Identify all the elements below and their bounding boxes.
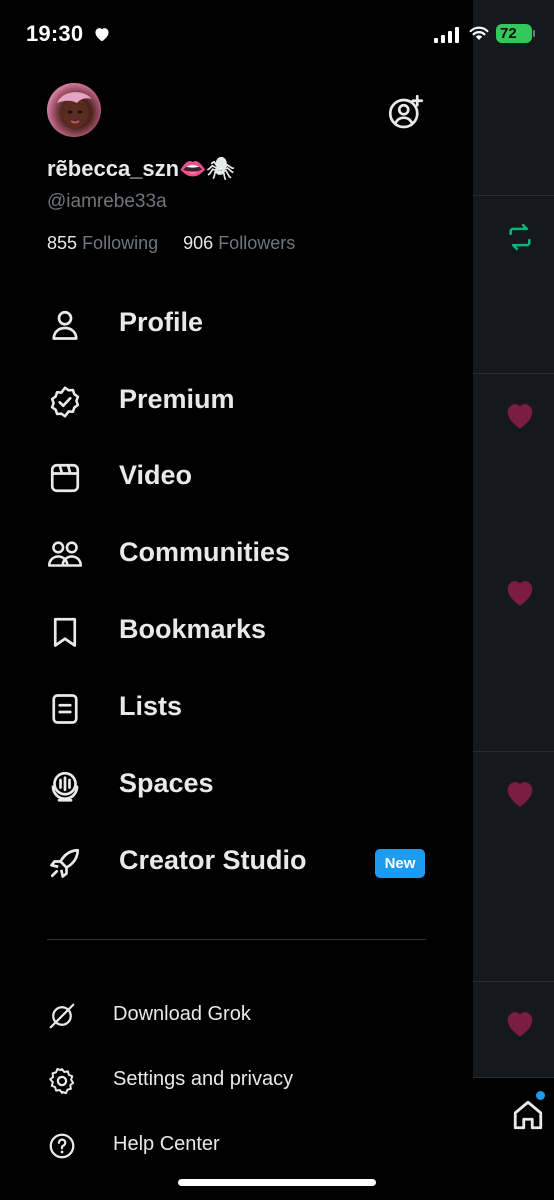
feed-divider bbox=[473, 195, 554, 196]
followers-count: 906 bbox=[183, 233, 214, 253]
menu-label: Download Grok bbox=[113, 1003, 251, 1025]
verified-badge-icon bbox=[50, 386, 80, 418]
like-heart-icon[interactable] bbox=[503, 577, 537, 607]
background-feed bbox=[473, 0, 554, 1199]
wifi-icon bbox=[469, 26, 489, 40]
menu-item-profile[interactable]: Profile bbox=[0, 295, 473, 355]
user-handle: @iamrebe33a bbox=[47, 191, 167, 212]
spaces-mic-icon bbox=[51, 771, 79, 802]
menu-item-communities[interactable]: Communities bbox=[0, 525, 473, 585]
status-bar: 19:30 72 bbox=[0, 0, 554, 66]
like-heart-icon[interactable] bbox=[503, 400, 537, 430]
menu-item-lists[interactable]: Lists bbox=[0, 679, 473, 739]
bookmark-icon bbox=[53, 617, 77, 647]
home-tab-icon[interactable] bbox=[511, 1098, 545, 1132]
person-icon bbox=[52, 310, 78, 340]
menu-label: Video bbox=[119, 460, 193, 490]
people-icon bbox=[47, 541, 83, 567]
menu-item-spaces[interactable]: Spaces bbox=[0, 756, 473, 816]
feed-divider bbox=[473, 981, 554, 982]
following-link[interactable]: 855 Following bbox=[47, 233, 158, 253]
menu-label: Help Center bbox=[113, 1133, 220, 1155]
help-circle-icon bbox=[49, 1133, 75, 1159]
menu-label: Premium bbox=[119, 384, 235, 414]
bottom-tab-bar bbox=[473, 1077, 554, 1200]
menu-label: Settings and privacy bbox=[113, 1068, 294, 1090]
feed-divider bbox=[473, 751, 554, 752]
menu-label: Lists bbox=[119, 691, 183, 721]
menu-item-video[interactable]: Video bbox=[0, 448, 473, 508]
notification-dot bbox=[536, 1091, 545, 1100]
avatar[interactable] bbox=[47, 83, 101, 137]
add-account-icon[interactable] bbox=[388, 94, 424, 130]
battery-tip bbox=[533, 30, 535, 37]
cellular-signal-icon bbox=[434, 27, 459, 43]
menu-label: Communities bbox=[119, 537, 291, 567]
side-drawer: 19:30 72 rẽbecca_szn👄🕷 @iamrebe33a 855 F… bbox=[0, 0, 535, 1199]
battery-level: 72 bbox=[500, 25, 517, 42]
menu-label: Profile bbox=[119, 307, 204, 337]
repost-icon[interactable] bbox=[503, 222, 537, 252]
status-time: 19:30 bbox=[26, 21, 84, 46]
avatar-face bbox=[57, 92, 92, 128]
gear-icon bbox=[49, 1068, 75, 1095]
followers-link[interactable]: 906 Followers bbox=[183, 233, 295, 253]
menu-divider bbox=[47, 939, 426, 940]
like-heart-icon[interactable] bbox=[503, 778, 537, 808]
new-badge: New bbox=[375, 849, 425, 878]
battery-indicator: 72 bbox=[496, 24, 532, 43]
menu-label: Spaces bbox=[119, 768, 214, 798]
like-heart-icon[interactable] bbox=[503, 1008, 537, 1038]
menu-label: Creator Studio bbox=[119, 845, 307, 875]
rocket-icon bbox=[50, 848, 80, 878]
video-clapper-icon bbox=[50, 463, 80, 493]
heart-status-icon bbox=[95, 28, 109, 42]
menu-item-bookmarks[interactable]: Bookmarks bbox=[0, 602, 473, 662]
home-indicator[interactable] bbox=[178, 1179, 376, 1186]
feed-divider bbox=[473, 373, 554, 374]
menu-item-settings[interactable]: Settings and privacy bbox=[0, 1054, 473, 1104]
following-count: 855 bbox=[47, 233, 78, 253]
menu-label: Bookmarks bbox=[119, 614, 267, 644]
grok-icon bbox=[49, 1003, 75, 1029]
following-label: Following bbox=[82, 233, 159, 253]
menu-item-help-center[interactable]: Help Center bbox=[0, 1119, 473, 1169]
menu-item-creator-studio[interactable]: Creator Studio New bbox=[0, 833, 473, 893]
display-name[interactable]: rẽbecca_szn👄🕷 bbox=[47, 156, 234, 182]
follow-stats: 855 Following 906 Followers bbox=[47, 233, 295, 254]
menu-item-download-grok[interactable]: Download Grok bbox=[0, 989, 473, 1039]
followers-label: Followers bbox=[218, 233, 296, 253]
list-icon bbox=[52, 694, 78, 724]
menu-item-premium[interactable]: Premium bbox=[0, 372, 473, 432]
